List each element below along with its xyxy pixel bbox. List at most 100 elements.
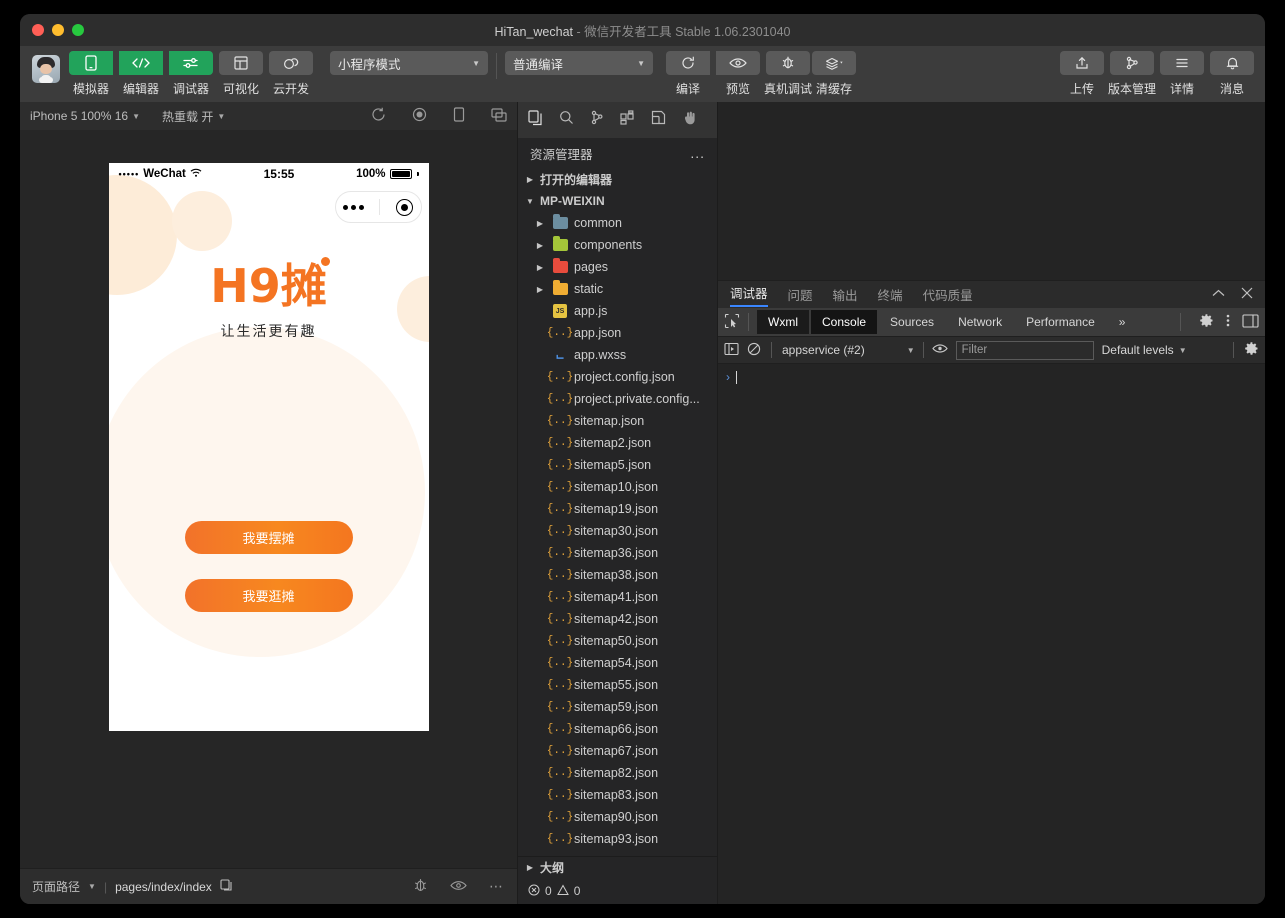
file-row[interactable]: ▶ static — [518, 278, 717, 300]
hot-reload-selector[interactable]: 热重载 开 ▼ — [162, 108, 225, 125]
dock-icon[interactable] — [1242, 313, 1259, 331]
avatar[interactable] — [32, 55, 60, 83]
tab-output[interactable]: 输出 — [833, 285, 858, 304]
file-row[interactable]: {..} sitemap42.json — [518, 608, 717, 630]
devtools-tab-wxml[interactable]: Wxml — [757, 310, 809, 334]
file-row[interactable]: {..} sitemap83.json — [518, 784, 717, 806]
toolbar-button-messages[interactable]: 消息 — [1209, 51, 1255, 97]
file-row[interactable]: {..} sitemap38.json — [518, 564, 717, 586]
console-prompt-row[interactable]: › — [726, 370, 1257, 384]
file-row[interactable]: {..} project.config.json — [518, 366, 717, 388]
file-row[interactable]: {..} sitemap55.json — [518, 674, 717, 696]
section-open-editors[interactable]: ▶ 打开的编辑器 — [518, 168, 717, 190]
section-outline[interactable]: ▶ 大纲 — [518, 856, 717, 878]
more-icon[interactable] — [343, 204, 365, 210]
console-filter-input[interactable]: Filter — [955, 340, 1094, 360]
maximize-window-button[interactable] — [72, 24, 84, 36]
warning-icon[interactable] — [556, 883, 569, 899]
file-row[interactable]: {..} sitemap67.json — [518, 740, 717, 762]
tab-debugger[interactable]: 调试器 — [730, 283, 768, 307]
file-row[interactable]: {..} sitemap90.json — [518, 806, 717, 828]
tab-problems[interactable]: 问题 — [788, 285, 813, 304]
section-mp-weixin[interactable]: ▼ MP-WEIXIN — [518, 190, 717, 212]
toolbar-button-real-device-debug[interactable]: 真机调试 — [764, 51, 812, 97]
file-row[interactable]: {..} sitemap5.json — [518, 454, 717, 476]
toolbar-button-upload[interactable]: 上传 — [1059, 51, 1105, 97]
file-row[interactable]: ▶ components — [518, 234, 717, 256]
file-row[interactable]: {..} sitemap66.json — [518, 718, 717, 740]
devtools-tab-performance[interactable]: Performance — [1015, 310, 1106, 334]
file-row[interactable]: {..} sitemap41.json — [518, 586, 717, 608]
console-context-select[interactable]: appservice (#2) ▼ — [782, 343, 915, 357]
device-icon[interactable] — [453, 107, 465, 125]
rotate-icon[interactable] — [371, 107, 386, 125]
mode-select[interactable]: 小程序模式 ▼ — [330, 51, 488, 75]
panel-icon[interactable] — [651, 110, 666, 130]
compile-select[interactable]: 普通编译 ▼ — [505, 51, 653, 75]
toolbar-button-details[interactable]: 详情 — [1159, 51, 1205, 97]
eye-icon[interactable] — [931, 343, 948, 357]
window-controls[interactable] — [32, 24, 84, 36]
toolbar-button-debugger[interactable]: 调试器 — [168, 51, 214, 97]
browse-stall-button[interactable]: 我要逛摊 — [184, 579, 353, 612]
file-row[interactable]: {..} sitemap30.json — [518, 520, 717, 542]
toolbar-button-version[interactable]: 版本管理 — [1108, 51, 1156, 97]
file-row[interactable]: {..} sitemap54.json — [518, 652, 717, 674]
file-row[interactable]: {..} app.json — [518, 322, 717, 344]
minimize-window-button[interactable] — [52, 24, 64, 36]
eye-icon[interactable] — [450, 880, 467, 894]
toolbar-button-clear-cache[interactable]: 清缓存 — [811, 51, 857, 97]
file-row[interactable]: JS app.js — [518, 300, 717, 322]
file-row[interactable]: {..} project.private.config... — [518, 388, 717, 410]
inspect-element-icon[interactable] — [724, 313, 740, 332]
toolbar-button-compile[interactable]: 编译 — [665, 51, 711, 97]
console-levels-select[interactable]: Default levels ▼ — [1102, 343, 1187, 357]
tab-terminal[interactable]: 终端 — [878, 285, 903, 304]
file-row[interactable]: {..} sitemap2.json — [518, 432, 717, 454]
branch-icon[interactable] — [590, 110, 604, 130]
file-row[interactable]: {..} sitemap.json — [518, 410, 717, 432]
grid-icon[interactable] — [620, 110, 635, 130]
hand-icon[interactable] — [682, 111, 697, 130]
target-icon[interactable] — [395, 198, 413, 216]
split-icon[interactable] — [491, 107, 507, 125]
gear-icon[interactable] — [1244, 341, 1259, 359]
toolbar-button-preview[interactable]: 预览 — [715, 51, 761, 97]
console-output[interactable]: › — [718, 364, 1265, 904]
phone-preview[interactable]: ••••• WeChat 15:55 100% H9摊 让生活更有趣 我要摆摊 … — [108, 163, 429, 731]
file-row[interactable]: {..} sitemap19.json — [518, 498, 717, 520]
toolbar-button-simulator[interactable]: 模拟器 — [68, 51, 114, 97]
file-row[interactable]: {..} sitemap10.json — [518, 476, 717, 498]
clear-console-icon[interactable] — [747, 342, 761, 359]
copy-icon[interactable] — [220, 878, 232, 895]
file-row[interactable]: ⨽ app.wxss — [518, 344, 717, 366]
sidebar-toggle-icon[interactable] — [724, 342, 739, 359]
search-icon[interactable] — [559, 110, 574, 130]
file-row[interactable]: {..} sitemap93.json — [518, 828, 717, 850]
file-row[interactable]: {..} sitemap50.json — [518, 630, 717, 652]
file-row[interactable]: {..} sitemap82.json — [518, 762, 717, 784]
gear-icon[interactable] — [1199, 313, 1214, 331]
devtools-tab-sources[interactable]: Sources — [879, 310, 945, 334]
explorer-more-button[interactable]: ... — [690, 145, 705, 161]
device-selector[interactable]: iPhone 5 100% 16 ▼ — [30, 109, 140, 123]
collapse-icon[interactable] — [1212, 287, 1225, 302]
more-icon[interactable]: ⋯ — [489, 878, 505, 895]
close-icon[interactable] — [1241, 287, 1253, 302]
kebab-icon[interactable] — [1226, 313, 1230, 331]
file-row[interactable]: {..} sitemap36.json — [518, 542, 717, 564]
file-row[interactable]: ▶ pages — [518, 256, 717, 278]
devtools-tab-network[interactable]: Network — [947, 310, 1013, 334]
file-row[interactable]: {..} sitemap59.json — [518, 696, 717, 718]
copy-icon[interactable] — [528, 109, 543, 131]
devtools-tab-console[interactable]: Console — [811, 310, 878, 334]
toolbar-button-editor[interactable]: 编辑器 — [118, 51, 164, 97]
error-icon[interactable] — [528, 884, 540, 899]
tab-code-quality[interactable]: 代码质量 — [923, 285, 973, 304]
record-icon[interactable] — [412, 107, 427, 125]
explorer-tree[interactable]: ▶ 打开的编辑器 ▼ MP-WEIXIN ▶ common ▶ components ▶… — [518, 168, 717, 856]
bug-icon[interactable] — [413, 878, 428, 896]
wechat-capsule[interactable] — [334, 191, 422, 223]
route-label[interactable]: 页面路径 — [32, 878, 80, 895]
toolbar-button-cloud[interactable]: 云开发 — [268, 51, 314, 97]
